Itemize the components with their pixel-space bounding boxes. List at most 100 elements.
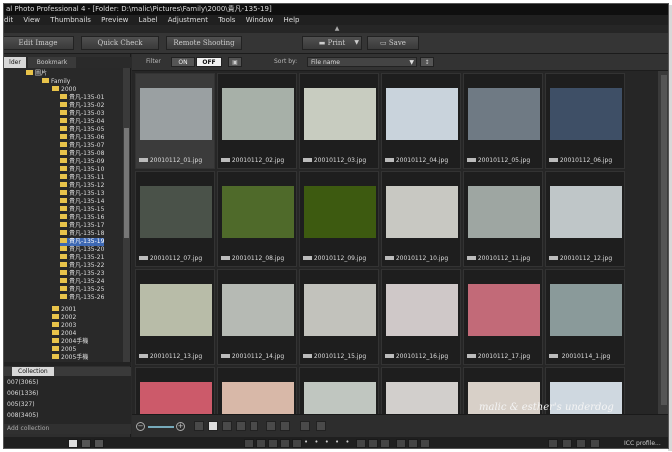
thumbnail-image[interactable]: [468, 284, 540, 336]
thumbnail-image[interactable]: [140, 186, 212, 238]
thumbnail-image[interactable]: [386, 284, 458, 336]
tree-node-roll[interactable]: 貴凡-135-18: [60, 230, 104, 238]
remote-shooting-button[interactable]: Remote Shooting: [166, 36, 242, 50]
tree-node-roll[interactable]: 貴凡-135-26: [60, 294, 104, 302]
thumbnail-cell[interactable]: 20010112_15.jpg: [299, 269, 379, 365]
reject-icon[interactable]: [356, 439, 366, 448]
tree-node-roll[interactable]: 貴凡-135-08: [60, 150, 104, 158]
rotate-left-icon[interactable]: [244, 439, 254, 448]
menu-adjustment[interactable]: Adjustment: [168, 15, 208, 25]
thumbnail-cell[interactable]: 20010112_17.jpg: [463, 269, 543, 365]
edit-image-button[interactable]: Edit Image: [4, 36, 74, 50]
layout-grid-icon[interactable]: [68, 439, 78, 448]
tree-node-roll[interactable]: 貴凡-135-21: [60, 254, 104, 262]
thumbnail-image[interactable]: [550, 186, 622, 238]
thumbnail-image[interactable]: [304, 382, 376, 414]
thumbnail-image[interactable]: [386, 382, 458, 414]
scrollbar-thumb[interactable]: [124, 128, 129, 238]
histogram-icon[interactable]: [562, 439, 572, 448]
tree-node-year[interactable]: 2004手機: [52, 338, 88, 346]
tree-node-2000[interactable]: 2000: [52, 86, 76, 94]
view-large-icon[interactable]: [222, 421, 232, 431]
tab-folder[interactable]: lder: [4, 57, 26, 68]
tree-node-year[interactable]: 2003: [52, 322, 76, 330]
menu-help[interactable]: Help: [284, 15, 300, 25]
tree-node-roll[interactable]: 貴凡-135-04: [60, 118, 104, 126]
thumbnail-image[interactable]: [468, 88, 540, 140]
tree-node-roll[interactable]: 貴凡-135-09: [60, 158, 104, 166]
panel-divider[interactable]: [4, 362, 131, 366]
tree-node-family[interactable]: Family: [42, 78, 70, 86]
thumbnail-image[interactable]: [550, 88, 622, 140]
thumbnail-cell[interactable]: 20010112_08.jpg: [217, 171, 297, 267]
check-mark-2-icon[interactable]: [280, 439, 290, 448]
paste-recipe-icon[interactable]: [380, 439, 390, 448]
filter-settings-icon[interactable]: ▣: [228, 57, 242, 67]
tree-node-roll[interactable]: 貴凡-135-25: [60, 286, 104, 294]
collapse-toolbar-handle[interactable]: ▲: [4, 25, 668, 33]
tree-node-roll[interactable]: 貴凡-135-19: [60, 238, 105, 246]
thumbnail-cell[interactable]: [299, 367, 379, 414]
grid-mode-icon[interactable]: [266, 421, 276, 431]
view-menu-icon[interactable]: [250, 421, 258, 431]
filter-on-button[interactable]: ON: [171, 57, 195, 67]
quick-check-button[interactable]: Quick Check: [81, 36, 159, 50]
thumbnail-cell[interactable]: 20010112_07.jpg: [135, 171, 215, 267]
view-small-icon[interactable]: [194, 421, 204, 431]
thumbnail-image[interactable]: [140, 88, 212, 140]
menu-view[interactable]: View: [23, 15, 40, 25]
tree-node-year[interactable]: 2001: [52, 306, 76, 314]
thumbnail-cell[interactable]: 20010112_10.jpg: [381, 171, 461, 267]
icc-profile-button[interactable]: ICC profile...: [624, 437, 661, 448]
info-icon[interactable]: [548, 439, 558, 448]
tree-node-roll[interactable]: 貴凡-135-16: [60, 214, 104, 222]
thumbnail-cell[interactable]: 20010112_06.jpg: [545, 73, 625, 169]
tree-node-roll[interactable]: 貴凡-135-24: [60, 278, 104, 286]
thumbnail-cell[interactable]: 20010112_09.jpg: [299, 171, 379, 267]
thumbnail-cell[interactable]: 20010112_11.jpg: [463, 171, 543, 267]
print-button[interactable]: ▬ Print ▼: [302, 36, 362, 50]
tab-bookmark[interactable]: Bookmark: [28, 57, 76, 68]
menu-label[interactable]: Label: [139, 15, 158, 25]
menu-window[interactable]: Window: [246, 15, 274, 25]
tree-node-year[interactable]: 2002: [52, 314, 76, 322]
zoom-out-icon[interactable]: −: [136, 422, 145, 431]
next-image-icon[interactable]: [420, 439, 430, 448]
thumbnail-image[interactable]: [386, 88, 458, 140]
thumbnail-cell[interactable]: [217, 367, 297, 414]
filter-off-button[interactable]: OFF: [196, 57, 222, 67]
thumbnail-image[interactable]: [386, 186, 458, 238]
tree-node-roll[interactable]: 貴凡-135-02: [60, 102, 104, 110]
rotate-right-icon[interactable]: [256, 439, 266, 448]
thumbnail-cell[interactable]: [381, 367, 461, 414]
zoom-in-icon[interactable]: +: [176, 422, 185, 431]
grid-scrollbar-thumb[interactable]: [661, 75, 667, 405]
menu-preview[interactable]: Preview: [101, 15, 128, 25]
tile-mode-icon[interactable]: [300, 421, 310, 431]
thumbnail-image[interactable]: [222, 88, 294, 140]
collection-item[interactable]: 008(3405): [7, 411, 38, 420]
folder-tree-scrollbar[interactable]: [123, 68, 130, 362]
tree-node-roll[interactable]: 貴凡-135-23: [60, 270, 104, 278]
menu-edit[interactable]: dit: [4, 15, 13, 25]
tree-node-year[interactable]: 2005: [52, 346, 76, 354]
tree-node-roll[interactable]: 貴凡-135-03: [60, 110, 104, 118]
thumbnail-cell[interactable]: 20010112_16.jpg: [381, 269, 461, 365]
collection-item[interactable]: 007(3065): [7, 378, 38, 387]
camera-icon[interactable]: [590, 439, 600, 448]
thumbnail-image[interactable]: [550, 284, 622, 336]
tree-node-roll[interactable]: 貴凡-135-22: [60, 262, 104, 270]
tree-node-roll[interactable]: 貴凡-135-05: [60, 126, 104, 134]
thumbnail-image[interactable]: [304, 284, 376, 336]
thumbnail-image[interactable]: [468, 186, 540, 238]
tree-node-root[interactable]: 圖片: [26, 70, 47, 78]
collection-item[interactable]: 006(1336): [7, 389, 38, 398]
view-medium-icon[interactable]: [208, 421, 218, 431]
tree-node-roll[interactable]: 貴凡-135-10: [60, 166, 104, 174]
menu-thumbnails[interactable]: Thumbnails: [50, 15, 91, 25]
thumbnail-image[interactable]: [222, 382, 294, 414]
sort-order-icon[interactable]: ↕: [420, 57, 434, 67]
rating-stars-icon[interactable]: • • • • • •: [304, 438, 362, 446]
thumbnail-cell[interactable]: 20010112_12.jpg: [545, 171, 625, 267]
thumbnail-image[interactable]: [222, 284, 294, 336]
